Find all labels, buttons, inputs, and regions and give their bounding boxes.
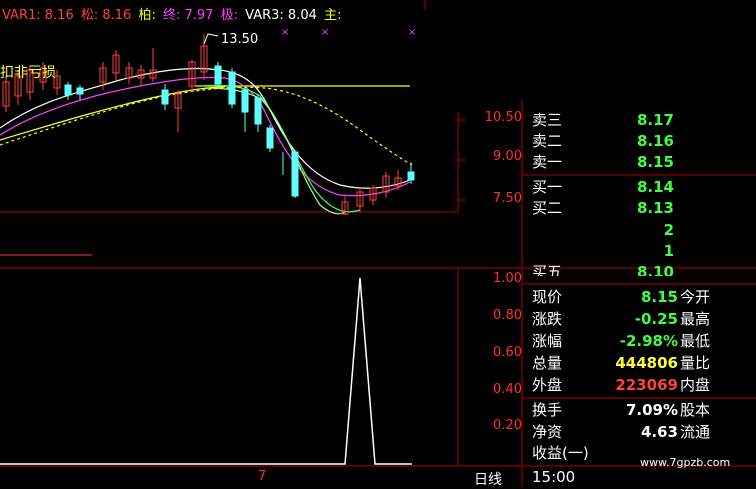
order-book-row: 1 — [528, 241, 676, 261]
period-tab[interactable]: 日线 — [474, 469, 502, 489]
zhong-value: 终: 7.97 — [163, 8, 214, 23]
price-axis-tick: 9.00 — [493, 149, 522, 164]
order-volume: 2 — [663, 221, 674, 239]
stat-label: 外盘 — [532, 376, 563, 394]
order-price: 8.17 — [636, 111, 674, 129]
ma-line-green — [199, 84, 361, 213]
stat-label: 收益(一) — [532, 444, 589, 462]
order-book-row: 2 — [528, 220, 676, 240]
order-label: 卖二 — [532, 132, 563, 150]
price-axis-tick: 10.50 — [484, 110, 522, 125]
stat-row: 外盘 223069 内盘 — [528, 375, 756, 395]
price-axis-tick: 7.50 — [493, 191, 522, 206]
stat-value: 8.15 — [640, 288, 678, 306]
order-volume: 1 — [663, 242, 674, 260]
ma-line-yellow — [0, 86, 413, 166]
stat-right-label: 内盘 — [680, 376, 711, 394]
order-price: 8.10 — [636, 263, 674, 276]
stat-right-label: 量比 — [680, 354, 711, 372]
stat-row: 换手 7.09% 股本 — [528, 400, 756, 420]
var3-value: VAR3: 8.04 — [245, 8, 317, 23]
order-book-row: 卖一 8.15 — [528, 152, 676, 172]
order-book-row: 卖二 8.16 — [528, 131, 676, 151]
date-marker: 7 — [258, 469, 267, 484]
stat-label: 涨幅 — [532, 332, 563, 350]
price-area: × × × — [0, 27, 416, 215]
ma-line-magenta — [0, 76, 411, 197]
stat-label: 总量 — [532, 354, 563, 372]
annotation-label: 扣非亏损 — [0, 65, 56, 81]
stat-right-label: 今开 — [680, 288, 711, 306]
stat-value: -2.98% — [619, 332, 678, 350]
svg-text:×: × — [321, 27, 329, 38]
signal-markers: × × × — [281, 27, 416, 38]
stat-right-label: 股本 — [680, 401, 711, 419]
stat-right-label: 最低 — [680, 332, 711, 350]
order-book-row: 买一 8.14 — [528, 177, 676, 197]
watermark: www.7gpzb.com — [640, 456, 731, 469]
peak-marker — [203, 33, 219, 45]
svg-text:×: × — [408, 27, 416, 38]
order-label: 卖三 — [532, 111, 563, 129]
stat-label: 涨跌 — [532, 310, 563, 328]
indicator-header: VAR1: 8.16 松: 8.16 柏: 终: 7.97 极: VAR3: 8… — [2, 8, 344, 24]
stat-label: 净资 — [532, 423, 563, 441]
song-value: 松: 8.16 — [80, 8, 132, 23]
order-label: 买一 — [532, 178, 563, 196]
stat-row: 净资 4.63 流通 — [528, 422, 756, 442]
indicator-axis-tick: 0.60 — [493, 345, 522, 360]
order-book-row: 卖三 8.17 — [528, 110, 676, 130]
stat-label: 现价 — [532, 288, 563, 306]
indicator-spike-line — [0, 277, 412, 465]
stat-value: 223069 — [615, 376, 678, 394]
var1-value: VAR1: 8.16 — [2, 8, 74, 23]
order-price: 8.16 — [636, 132, 674, 150]
order-label: 卖一 — [532, 153, 563, 171]
order-price: 8.14 — [636, 178, 674, 196]
ji-value: 极: — [220, 8, 238, 23]
stat-value: 4.63 — [640, 423, 678, 441]
stat-right-label: 流通 — [680, 423, 711, 441]
peak-price-label: 13.50 — [221, 32, 259, 47]
indicator-axis-tick: 1.00 — [493, 271, 522, 286]
order-book-row: 买二 8.13 — [528, 198, 676, 218]
time-label: 15:00 — [532, 468, 576, 486]
stat-value: 7.09% — [625, 401, 678, 419]
order-price: 8.15 — [636, 153, 674, 171]
indicator-axis-tick: 0.40 — [493, 382, 522, 397]
stat-label: 换手 — [532, 401, 563, 419]
indicator-axis-tick: 0.80 — [493, 308, 522, 323]
stat-row: 涨跌 -0.25 最高 — [528, 309, 756, 329]
indicator-axis-tick: 0.20 — [493, 418, 522, 433]
stat-value: 444806 — [615, 354, 678, 372]
svg-text:×: × — [281, 27, 289, 38]
order-book-row: 买五 8.10 — [528, 262, 676, 276]
stat-right-label: 最高 — [680, 310, 711, 328]
ma-line-yellow-solid — [0, 86, 226, 141]
order-label: 买五 — [532, 263, 563, 276]
stat-row: 现价 8.15 今开 — [528, 287, 756, 307]
order-label: 买二 — [532, 199, 563, 217]
stat-row: 涨幅 -2.98% 最低 — [528, 331, 756, 351]
ma-line-lightgreen — [204, 87, 346, 215]
order-price: 8.13 — [636, 199, 674, 217]
zhu-value: 主: — [324, 8, 342, 23]
stat-value: -0.25 — [634, 310, 678, 328]
stat-row: 总量 444806 量比 — [528, 353, 756, 373]
bai-value: 柏: — [138, 8, 156, 23]
